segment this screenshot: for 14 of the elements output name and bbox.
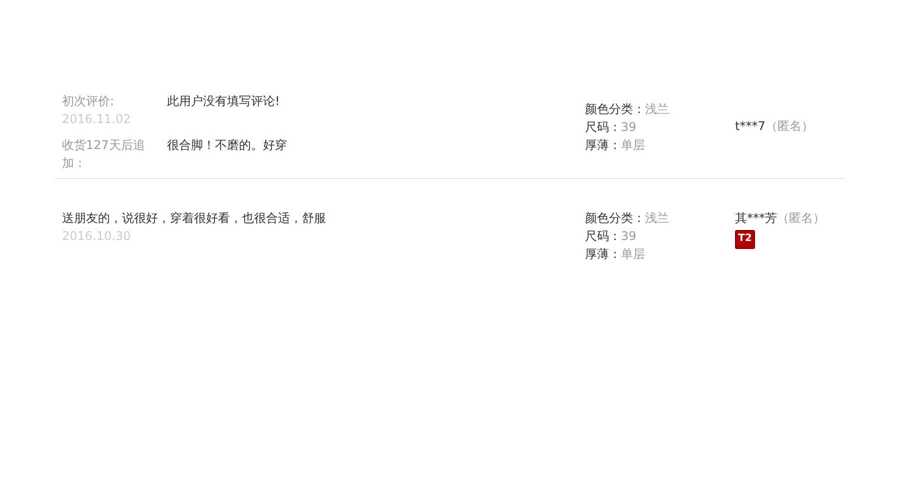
review-text: 此用户没有填写评论! (167, 93, 280, 110)
review-label: 初次评价: (62, 93, 116, 110)
append-text: 很合脚！不磨的。好穿 (167, 137, 287, 154)
reviewer-name: 其***芳（匿名） (735, 210, 825, 227)
append-label: 收货127天后追加： (62, 137, 146, 172)
product-attribute: 厚薄：单层 (585, 137, 646, 154)
product-attribute: 颜色分类：浅兰 (585, 101, 670, 118)
product-attribute: 尺码：39 (585, 119, 638, 136)
product-attribute: 厚薄：单层 (585, 246, 646, 263)
product-attribute: 尺码：39 (585, 228, 638, 245)
product-attribute: 颜色分类：浅兰 (585, 210, 670, 227)
level-badge: T2 (735, 230, 755, 249)
review-text: 送朋友的，说很好，穿着很好看，也很合适，舒服 (62, 210, 327, 227)
reviewer-name: t***7（匿名） (735, 118, 814, 135)
